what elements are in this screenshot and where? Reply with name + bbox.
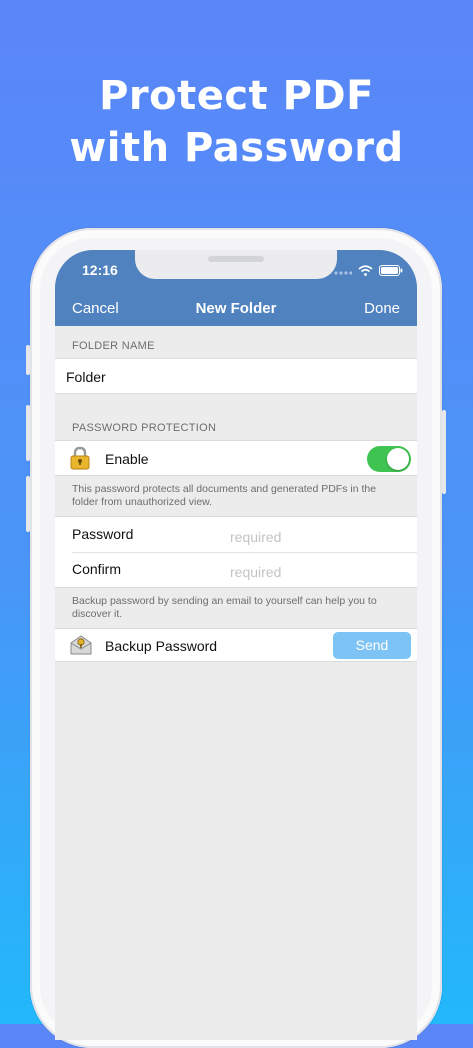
lock-icon <box>70 446 90 470</box>
headline: Protect PDF with Password <box>0 70 473 174</box>
backup-password-row: Backup Password Send <box>55 628 417 662</box>
enable-row: Enable <box>55 440 417 476</box>
cancel-button[interactable]: Cancel <box>72 300 119 317</box>
password-fields-group: Password required Confirm required <box>55 516 417 588</box>
notch <box>135 250 337 279</box>
backup-hint: Backup password by sending an email to y… <box>72 595 377 620</box>
status-time: 12:16 <box>82 262 118 278</box>
enable-label: Enable <box>105 451 149 467</box>
status-bar: 12:16 <box>55 250 417 292</box>
password-protection-header: PASSWORD PROTECTION <box>72 422 217 434</box>
password-label: Password <box>72 526 134 542</box>
envelope-icon <box>70 635 92 655</box>
password-input[interactable]: required <box>230 529 281 545</box>
backup-password-label: Backup Password <box>105 638 218 654</box>
enable-toggle[interactable] <box>367 446 411 472</box>
headline-line-2: with Password <box>69 125 404 171</box>
wifi-icon <box>358 264 373 276</box>
volume-up-button <box>26 405 30 461</box>
power-button <box>442 410 446 494</box>
confirm-input[interactable]: required <box>230 564 281 580</box>
confirm-label: Confirm <box>72 561 122 577</box>
mute-switch <box>26 345 30 375</box>
folder-name-field[interactable]: Folder <box>66 369 106 385</box>
battery-icon <box>379 264 403 276</box>
folder-name-row[interactable]: Folder <box>55 358 417 394</box>
phone-screen: 12:16 New Folder Cancel Done FOLDER NAME <box>55 250 417 1040</box>
signal-icon <box>334 271 352 275</box>
navigation-bar: New Folder Cancel Done <box>55 292 417 326</box>
volume-down-button <box>26 476 30 532</box>
toggle-knob <box>387 448 409 470</box>
folder-name-header: FOLDER NAME <box>72 340 155 352</box>
done-button[interactable]: Done <box>364 300 400 317</box>
headline-line-1: Protect PDF <box>99 73 374 119</box>
password-protection-description: This password protects all documents and… <box>72 483 377 508</box>
row-divider <box>72 552 417 553</box>
speaker <box>208 256 264 262</box>
send-button[interactable]: Send <box>333 632 411 659</box>
status-icons <box>334 264 403 276</box>
